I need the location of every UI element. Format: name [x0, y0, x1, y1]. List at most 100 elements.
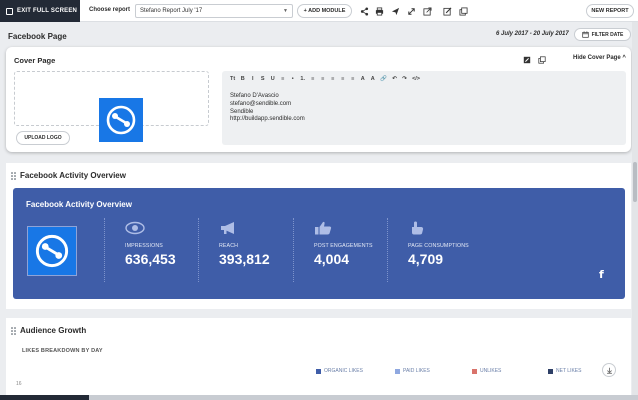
expand-icon[interactable]: [406, 6, 416, 16]
editor-tool-button[interactable]: Tt: [230, 76, 235, 82]
legend-swatch: [472, 368, 477, 374]
filter-date-button[interactable]: FILTER DATE: [574, 28, 631, 41]
legend-swatch: [316, 368, 321, 374]
vertical-scrollbar[interactable]: [632, 22, 638, 395]
legend-label: NET LIKES: [556, 368, 582, 374]
copy-icon[interactable]: [538, 56, 546, 64]
report-select[interactable]: Stefano Report July '17 ▼: [135, 4, 293, 18]
chart-subtitle: LIKES BREAKDOWN BY DAY: [22, 348, 103, 354]
edit-icon[interactable]: [523, 56, 531, 64]
legend-swatch: [395, 368, 400, 374]
section-title: Audience Growth: [20, 326, 87, 335]
date-range: 6 July 2017 - 20 July 2017: [496, 31, 569, 37]
report-select-value: Stefano Report July '17: [140, 8, 203, 14]
edit-icon[interactable]: [442, 6, 452, 16]
editor-tool-button[interactable]: A: [370, 76, 375, 82]
metric-label: REACH: [219, 243, 239, 249]
legend-organic-likes[interactable]: ORGANIC LIKES: [316, 368, 363, 374]
chevron-down-icon: ▼: [283, 8, 288, 14]
metric-page-consumptions: PAGE CONSUMPTIONS 4,709: [387, 218, 507, 282]
editor-tool-button[interactable]: ≡: [320, 76, 325, 82]
choose-report-label: Choose report: [89, 7, 131, 13]
legend-label: UNLIKES: [480, 368, 502, 374]
metric-label: PAGE CONSUMPTIONS: [408, 243, 469, 249]
download-icon: [606, 367, 612, 374]
megaphone-icon: [221, 222, 234, 234]
editor-tool-button[interactable]: A: [360, 76, 365, 82]
editor-tool-button[interactable]: S: [260, 76, 265, 82]
drag-handle-icon[interactable]: [11, 172, 16, 180]
editor-tool-button[interactable]: U: [270, 76, 275, 82]
copy-icon[interactable]: [458, 6, 468, 16]
metric-post-engagements: POST ENGAGEMENTS 4,004: [293, 218, 387, 282]
audience-growth-section: Audience Growth LIKES BREAKDOWN BY DAY O…: [6, 318, 631, 400]
new-report-button[interactable]: NEW REPORT: [586, 4, 634, 18]
sendible-logo: [99, 98, 143, 142]
playback-progress-bar[interactable]: [0, 395, 638, 400]
progress-fill: [0, 395, 90, 400]
editor-tool-button[interactable]: •: [290, 76, 295, 82]
calendar-icon: [581, 31, 589, 38]
logo-drop-zone[interactable]: [14, 71, 209, 142]
collapse-icon: [6, 7, 13, 15]
metric-value: 636,453: [125, 251, 176, 267]
external-link-icon[interactable]: [422, 6, 432, 16]
metric-impressions: IMPRESSIONS 636,453: [104, 218, 198, 282]
share-icon[interactable]: [359, 6, 369, 16]
editor-tool-button[interactable]: ≡: [310, 76, 315, 82]
editor-tool-button[interactable]: 1.: [300, 76, 305, 82]
legend-label: PAID LIKES: [403, 368, 430, 374]
add-module-button[interactable]: + ADD MODULE: [297, 4, 352, 18]
cover-tools: [523, 56, 546, 64]
editor-tool-button[interactable]: ≡: [330, 76, 335, 82]
editor-line: stefano@sendible.com: [230, 100, 292, 107]
metric-label: IMPRESSIONS: [125, 243, 163, 249]
facebook-activity-section: Facebook Activity Overview Facebook Acti…: [6, 163, 631, 309]
editor-tool-button[interactable]: ↶: [392, 76, 397, 82]
legend-label: ORGANIC LIKES: [324, 368, 363, 374]
editor-line: Sendible: [230, 108, 254, 115]
upload-logo-button[interactable]: UPLOAD LOGO: [16, 131, 70, 145]
send-icon[interactable]: [390, 6, 400, 16]
editor-tool-button[interactable]: 🔗: [380, 76, 387, 82]
y-axis-tick: 16: [16, 381, 22, 387]
legend-paid-likes[interactable]: PAID LIKES: [395, 368, 430, 374]
facebook-icon: f: [599, 268, 604, 281]
legend-unlikes[interactable]: UNLIKES: [472, 368, 501, 374]
editor-tool-button[interactable]: B: [240, 76, 245, 82]
legend-net-likes[interactable]: NET LIKES: [548, 368, 581, 374]
editor-tool-button[interactable]: ≡: [350, 76, 355, 82]
scrollbar-thumb[interactable]: [633, 162, 637, 202]
editor-content[interactable]: Stefano D'Avascio stefano@sendible.com S…: [230, 93, 305, 124]
editor-tool-button[interactable]: ≡: [280, 76, 285, 82]
filter-date-label: FILTER DATE: [591, 31, 624, 38]
download-chart-button[interactable]: [602, 363, 616, 377]
cover-page-card: Cover Page Hide Cover Page ^ UPLOAD LOGO…: [6, 47, 631, 152]
sendible-logo-icon: [35, 234, 69, 268]
editor-tool-button[interactable]: I: [250, 76, 255, 82]
activity-panel: Facebook Activity Overview IMPRESSIONS 6…: [13, 188, 625, 299]
drag-handle-icon[interactable]: [11, 327, 16, 335]
exit-full-screen-label: EXIT FULL SCREEN: [17, 8, 78, 14]
eye-icon: [125, 221, 145, 235]
page-title: Facebook Page: [8, 32, 67, 41]
metric-reach: REACH 393,812: [198, 218, 293, 282]
metric-value: 4,709: [408, 251, 444, 267]
editor-line: Stefano D'Avascio: [230, 93, 279, 99]
thumbs-up-icon: [315, 221, 332, 235]
section-title: Facebook Activity Overview: [20, 171, 126, 180]
print-icon[interactable]: [374, 6, 384, 16]
metric-label: POST ENGAGEMENTS: [314, 243, 373, 249]
editor-tool-button[interactable]: ≡: [340, 76, 345, 82]
sendible-logo-icon: [106, 105, 136, 135]
exit-full-screen-button[interactable]: EXIT FULL SCREEN: [0, 0, 80, 22]
metric-value: 4,004: [314, 251, 350, 267]
editor-line: http://buildapp.sendible.com: [230, 116, 305, 123]
hide-cover-page-toggle[interactable]: Hide Cover Page ^: [573, 55, 626, 61]
cover-text-editor[interactable]: Tt B I S U ≡ • 1. ≡ ≡ ≡ ≡ ≡ A A 🔗 ↶ ↷ </> Stefano D'Avasci…: [222, 71, 626, 145]
editor-tool-button[interactable]: </>: [412, 76, 420, 82]
panel-title: Facebook Activity Overview: [26, 200, 132, 209]
hand-point-icon: [412, 221, 424, 235]
editor-toolbar: Tt B I S U ≡ • 1. ≡ ≡ ≡ ≡ ≡ A A 🔗 ↶ ↷ </>: [230, 76, 420, 82]
editor-tool-button[interactable]: ↷: [402, 76, 407, 82]
